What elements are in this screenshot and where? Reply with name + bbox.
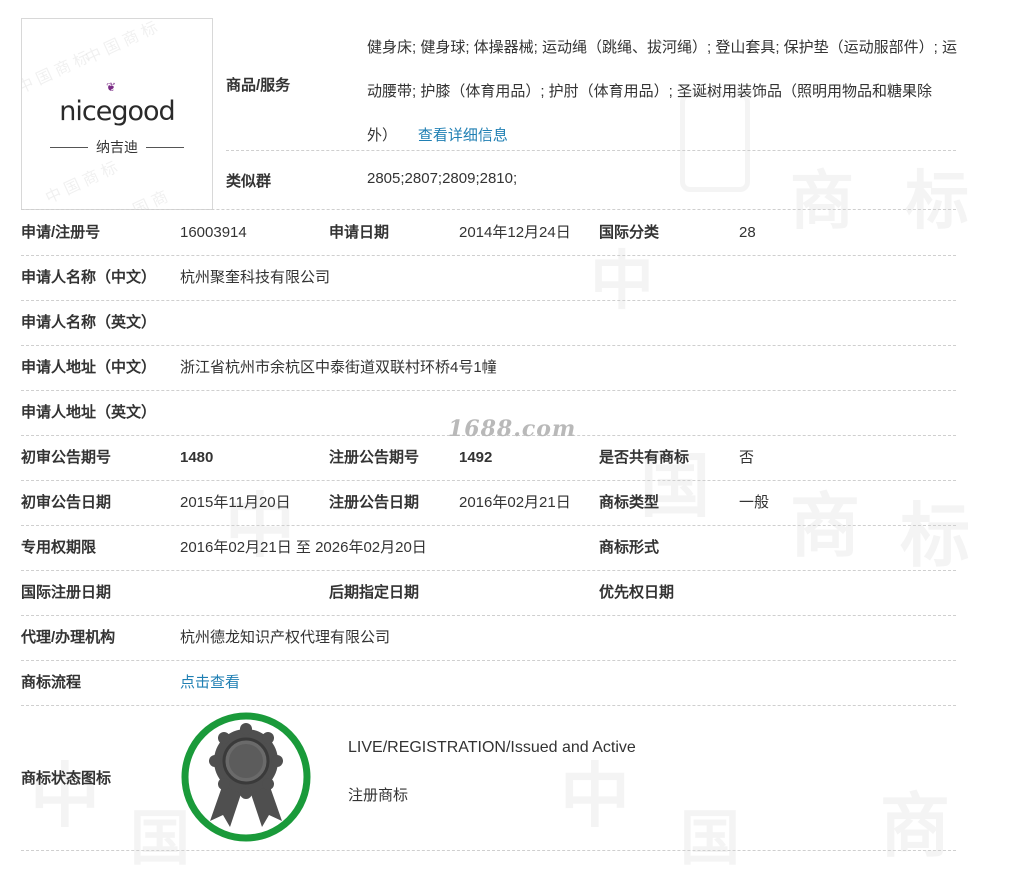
site-watermark: 1688.com xyxy=(448,416,577,442)
reg-notice-date-value: 2016年02月21日 xyxy=(459,494,571,511)
exclusive-term-value: 2016年02月21日 至 2026年02月20日 xyxy=(180,539,427,556)
apply-date-label: 申请日期 xyxy=(329,224,390,241)
similar-group-label: 类似群 xyxy=(226,173,272,190)
row-applicant-address-cn: 申请人地址（中文） 浙江省杭州市余杭区中泰街道双联村环桥4号1幢 xyxy=(21,345,956,390)
row-registration: 申请/注册号 16003914 申请日期 2014年12月24日 国际分类 28 xyxy=(21,210,956,255)
applicant-address-en-label: 申请人地址（英文） xyxy=(21,404,157,421)
reg-no-label: 申请/注册号 xyxy=(21,224,101,241)
shared-mark-label: 是否共有商标 xyxy=(599,449,690,466)
applicant-name-en-label: 申请人名称（英文） xyxy=(21,314,157,331)
status-english: LIVE/REGISTRATION/Issued and Active xyxy=(348,739,636,756)
mark-type-label: 商标类型 xyxy=(599,494,660,511)
logo-subtitle: 纳吉迪 xyxy=(50,137,184,157)
prelim-notice-date-label: 初审公告日期 xyxy=(21,494,112,511)
later-designation-date-label: 后期指定日期 xyxy=(329,584,420,601)
prelim-notice-date-value: 2015年11月20日 xyxy=(180,494,291,511)
goods-label: 商品/服务 xyxy=(226,77,291,94)
trademark-flow-label: 商标流程 xyxy=(21,674,82,691)
reg-notice-date-label: 注册公告日期 xyxy=(329,494,420,511)
registered-badge-icon xyxy=(181,712,311,842)
applicant-address-cn-label: 申请人地址（中文） xyxy=(21,359,157,376)
intl-class-label: 国际分类 xyxy=(599,224,660,241)
reg-notice-no-label: 注册公告期号 xyxy=(329,449,420,466)
intl-class-value: 28 xyxy=(739,224,756,241)
applicant-name-cn-label: 申请人名称（中文） xyxy=(21,269,157,286)
row-applicant-name-en: 申请人名称（英文） xyxy=(21,300,956,345)
row-trademark-flow: 商标流程 点击查看 xyxy=(21,660,956,705)
status-icon-label: 商标状态图标 xyxy=(21,770,112,787)
trademark-flow-link[interactable]: 点击查看 xyxy=(180,660,240,705)
view-details-link[interactable]: 查看详细信息 xyxy=(418,127,508,144)
similar-group-value: 2805;2807;2809;2810; xyxy=(367,170,518,187)
row-agent: 代理/办理机构 杭州德龙知识产权代理有限公司 xyxy=(21,615,956,660)
mark-form-label: 商标形式 xyxy=(599,539,660,556)
goods-text: 健身床; 健身球; 体操器械; 运动绳（跳绳、拔河绳）; 登山套具; 保护垫（运… xyxy=(367,39,958,144)
exclusive-term-label: 专用权期限 xyxy=(21,539,97,556)
apply-date-value: 2014年12月24日 xyxy=(459,224,571,241)
agent-label: 代理/办理机构 xyxy=(21,629,116,646)
row-intl-registration: 国际注册日期 后期指定日期 优先权日期 xyxy=(21,570,956,615)
shared-mark-value: 否 xyxy=(739,449,755,466)
row-exclusive-term: 专用权期限 2016年02月21日 至 2026年02月20日 商标形式 xyxy=(21,525,956,570)
trademark-logo-image: 中 国 商 标 中 国 商 标 中 国 商 标 中 国 商 ❦ nicegood… xyxy=(21,18,213,210)
logo-brand-text: nicegood xyxy=(59,96,175,127)
applicant-address-cn-value: 浙江省杭州市余杭区中泰街道双联村环桥4号1幢 xyxy=(180,359,497,376)
priority-date-label: 优先权日期 xyxy=(599,584,675,601)
prelim-notice-no-value: 1480 xyxy=(180,449,214,466)
row-notice-date: 初审公告日期 2015年11月20日 注册公告日期 2016年02月21日 商标… xyxy=(21,480,956,525)
row-applicant-name-cn: 申请人名称（中文） 杭州聚奎科技有限公司 xyxy=(21,255,956,300)
status-chinese: 注册商标 xyxy=(348,787,409,804)
reg-no-value: 16003914 xyxy=(180,224,247,241)
intl-reg-date-label: 国际注册日期 xyxy=(21,584,112,601)
prelim-notice-no-label: 初审公告期号 xyxy=(21,449,112,466)
applicant-name-cn-value: 杭州聚奎科技有限公司 xyxy=(180,269,331,286)
logo-leaf-icon: ❦ xyxy=(106,80,117,94)
mark-type-value: 一般 xyxy=(739,494,770,511)
agent-value: 杭州德龙知识产权代理有限公司 xyxy=(180,629,391,646)
